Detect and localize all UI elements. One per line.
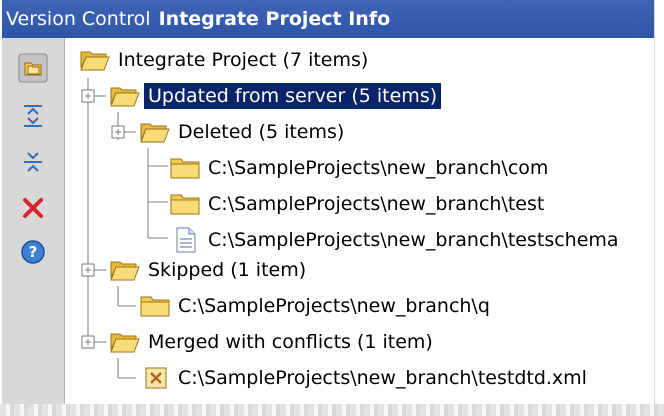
tree-node-label: Merged with conflicts (1 item) bbox=[148, 331, 433, 353]
expand-all-icon bbox=[24, 105, 42, 127]
title-bar: Version Control Integrate Project Info bbox=[2, 0, 654, 38]
group-by-directory-button[interactable] bbox=[17, 52, 49, 84]
group-by-directory-icon bbox=[18, 53, 48, 83]
tree-node-merged[interactable]: Merged with conflicts (1 item) bbox=[110, 324, 437, 360]
tree-node-skipped[interactable]: Skipped (1 item) bbox=[110, 252, 310, 288]
help-button[interactable]: ? bbox=[17, 236, 49, 268]
folder-icon bbox=[170, 158, 200, 179]
version-control-panel: Version Control Integrate Project Info ?… bbox=[2, 0, 655, 404]
collapse-all-icon bbox=[24, 152, 42, 172]
tree-node-label: Skipped (1 item) bbox=[148, 259, 307, 281]
tree-node-label: C:\SampleProjects\new_branch\test bbox=[208, 193, 545, 215]
torn-edge bbox=[0, 404, 664, 416]
text-file-icon bbox=[176, 227, 196, 253]
tree-leaf-testdtd[interactable]: C:\SampleProjects\new_branch\testdtd.xml bbox=[144, 360, 591, 396]
side-toolbar: ? bbox=[2, 38, 65, 404]
tree-node-root[interactable]: Integrate Project (7 items) bbox=[80, 42, 372, 78]
folder-icon bbox=[170, 194, 200, 215]
tree-node-label: C:\SampleProjects\new_branch\testschema bbox=[208, 229, 619, 251]
tree-node-label: C:\SampleProjects\new_branch\com bbox=[208, 157, 549, 179]
tool-window-title: Version Control bbox=[6, 8, 151, 30]
tree-leaf-com[interactable]: C:\SampleProjects\new_branch\com bbox=[170, 150, 552, 186]
open-folder-icon bbox=[110, 87, 140, 107]
tree-leaf-q[interactable]: C:\SampleProjects\new_branch\q bbox=[140, 288, 494, 324]
close-button[interactable] bbox=[17, 192, 49, 224]
tree-node-label: C:\SampleProjects\new_branch\testdtd.xml bbox=[178, 367, 587, 389]
folder-icon bbox=[140, 296, 170, 317]
tree-node-label: Deleted (5 items) bbox=[178, 121, 345, 143]
panel-title: Integrate Project Info bbox=[158, 8, 391, 30]
open-folder-icon bbox=[110, 333, 140, 353]
help-icon: ? bbox=[21, 240, 45, 264]
tree-node-updated[interactable]: Updated from server (5 items) bbox=[110, 78, 442, 114]
tree-node-label: Integrate Project (7 items) bbox=[118, 49, 369, 71]
tree-node-deleted[interactable]: Deleted (5 items) bbox=[140, 114, 348, 150]
collapse-all-button[interactable] bbox=[17, 146, 49, 178]
open-folder-icon bbox=[140, 123, 170, 143]
tree-leaf-test[interactable]: C:\SampleProjects\new_branch\test bbox=[170, 186, 548, 222]
xml-file-icon bbox=[145, 367, 167, 389]
open-folder-icon bbox=[80, 51, 110, 71]
svg-text:?: ? bbox=[29, 243, 38, 261]
expand-all-button[interactable] bbox=[17, 100, 49, 132]
tree-node-label: C:\SampleProjects\new_branch\q bbox=[178, 295, 490, 317]
open-folder-icon bbox=[110, 261, 140, 281]
close-icon bbox=[23, 198, 43, 218]
tree-node-label-selected: Updated from server (5 items) bbox=[144, 83, 442, 109]
changes-tree: Integrate Project (7 items) Updated from… bbox=[76, 38, 654, 404]
